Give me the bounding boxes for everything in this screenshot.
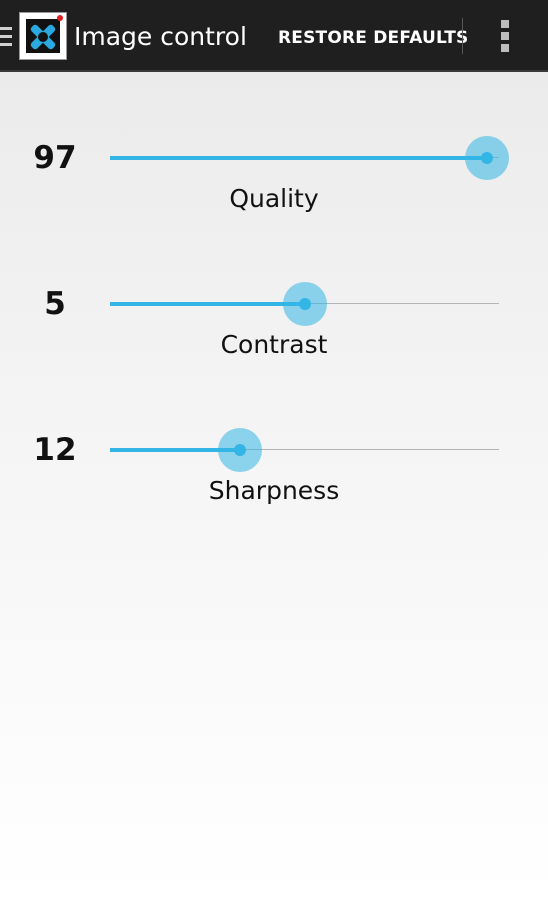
contrast-control: 5 Contrast bbox=[0, 282, 548, 386]
restore-defaults-button[interactable]: RESTORE DEFAULTS bbox=[270, 18, 477, 58]
sharpness-control: 12 Sharpness bbox=[0, 428, 548, 532]
sharpness-value: 12 bbox=[33, 432, 77, 468]
quality-label: Quality bbox=[229, 184, 319, 213]
contrast-slider[interactable] bbox=[110, 282, 499, 326]
sharpness-slider-thumb-core bbox=[233, 444, 246, 456]
contrast-label: Contrast bbox=[220, 330, 328, 359]
app-logo-icon[interactable] bbox=[19, 12, 67, 60]
quality-control: 97 Quality bbox=[0, 136, 548, 240]
quality-slider-thumb[interactable] bbox=[465, 136, 510, 180]
app-title: Image control bbox=[74, 22, 247, 51]
contrast-slider-thumb[interactable] bbox=[282, 282, 327, 326]
quality-slider[interactable] bbox=[110, 136, 510, 180]
quality-value: 97 bbox=[33, 140, 77, 176]
contrast-slider-fill bbox=[110, 302, 305, 306]
quality-slider-fill bbox=[110, 156, 488, 160]
sharpness-slider-thumb[interactable] bbox=[217, 428, 262, 472]
contrast-value: 5 bbox=[44, 286, 66, 322]
overflow-menu-icon[interactable] bbox=[496, 20, 514, 54]
action-bar-divider bbox=[462, 18, 463, 54]
sharpness-slider[interactable] bbox=[110, 428, 499, 472]
action-bar: Image control RESTORE DEFAULTS bbox=[0, 0, 548, 72]
sharpness-label: Sharpness bbox=[208, 476, 340, 505]
quality-slider-thumb-core bbox=[481, 152, 494, 164]
contrast-slider-thumb-core bbox=[298, 298, 311, 310]
menu-drawer-icon[interactable] bbox=[0, 27, 12, 49]
